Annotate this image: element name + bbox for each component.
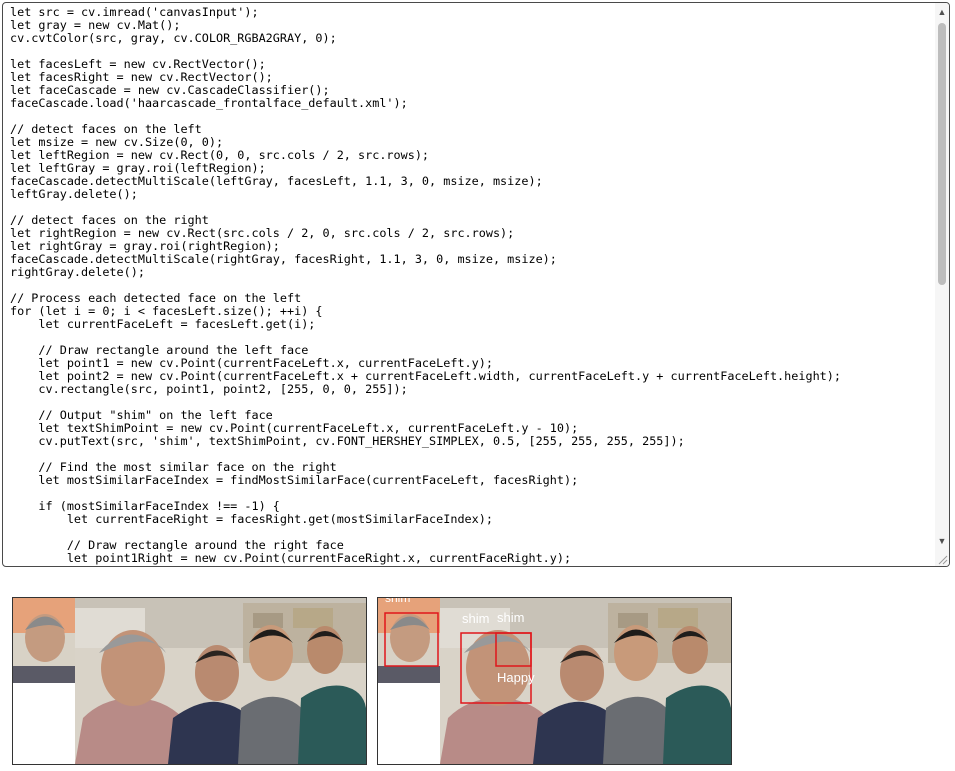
code-line: cv.rectangle(src, point1, point2, [255, … xyxy=(10,382,408,396)
scrollbar-thumb[interactable] xyxy=(938,23,946,285)
code-line: faceCascade.detectMultiScale(rightGray, … xyxy=(10,252,557,266)
code-line: let point2Right = new cv.Point(currentFa… xyxy=(10,565,933,567)
code-text[interactable]: let src = cv.imread('canvasInput'); let g… xyxy=(10,6,933,566)
scroll-down-arrow-icon[interactable]: ▼ xyxy=(935,534,949,548)
code-line: leftGray.delete(); xyxy=(10,187,138,201)
top-label-2: shim xyxy=(497,610,524,625)
left-face-label: shim xyxy=(385,598,410,605)
vertical-scrollbar[interactable]: ▲ ▼ xyxy=(935,3,949,566)
code-line: let mostSimilarFaceIndex = findMostSimil… xyxy=(10,473,579,487)
emotion-label: Happy xyxy=(497,670,535,685)
canvas-input xyxy=(12,597,367,765)
canvas-output: shim shim shim Happy xyxy=(377,597,732,765)
code-line: cv.putText(src, 'shim', textShimPoint, c… xyxy=(10,434,685,448)
code-line: rightGray.delete(); xyxy=(10,265,145,279)
resize-grip-icon[interactable] xyxy=(936,553,948,565)
code-line: let currentFaceLeft = facesLeft.get(i); xyxy=(10,317,316,331)
group-photo-image xyxy=(13,598,366,764)
code-line: faceCascade.load('haarcascade_frontalfac… xyxy=(10,96,408,110)
scroll-up-arrow-icon[interactable]: ▲ xyxy=(935,5,949,19)
group-photo-output-image: shim shim shim Happy xyxy=(378,598,731,764)
code-line: let currentFaceRight = facesRight.get(mo… xyxy=(10,512,493,526)
code-editor-textarea[interactable]: let src = cv.imread('canvasInput'); let g… xyxy=(2,2,950,567)
code-line: cv.cvtColor(src, gray, cv.COLOR_RGBA2GRA… xyxy=(10,31,337,45)
top-label-1: shim xyxy=(462,611,489,626)
code-line: faceCascade.detectMultiScale(leftGray, f… xyxy=(10,174,543,188)
